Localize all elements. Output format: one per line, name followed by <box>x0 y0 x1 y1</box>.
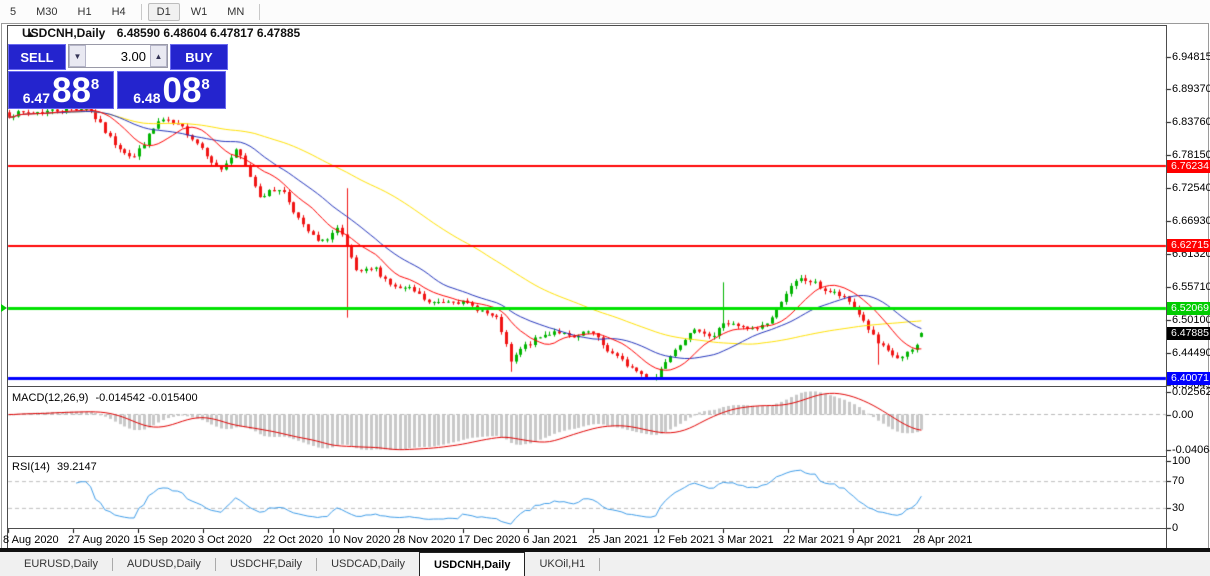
volume-up-button[interactable]: ▲ <box>150 45 167 67</box>
macd-name: MACD(12,26,9) <box>12 392 89 404</box>
timeframe-button-h1[interactable]: H1 <box>69 3 101 21</box>
date-label: 28 Apr 2021 <box>913 534 973 546</box>
price-axis-label: 6.94815 <box>1172 51 1210 63</box>
chart-title-symbol: USDCNH,Daily <box>22 26 106 40</box>
tab-audusd-daily[interactable]: AUDUSD,Daily <box>113 552 215 576</box>
buy-price-big: 08 <box>162 71 202 110</box>
date-label: 17 Dec 2020 <box>458 534 521 546</box>
tab-separator <box>599 557 601 571</box>
buy-price-small: 6.48 <box>133 90 161 106</box>
timeframe-button-w1[interactable]: W1 <box>182 3 217 21</box>
chart-tab-bar: EURUSD,Daily AUDUSD,Daily USDCHF,Daily USDC… <box>0 550 1210 576</box>
tab-usdcad-daily[interactable]: USDCAD,Daily <box>317 552 419 576</box>
date-label: 12 Feb 2021 <box>653 534 715 546</box>
date-label: 28 Nov 2020 <box>393 534 456 546</box>
pane-divider-dates <box>7 528 1167 529</box>
timeframe-button-5[interactable]: 5 <box>1 3 25 21</box>
chevron-down-icon: ▼ <box>73 51 82 61</box>
date-label: 27 Aug 2020 <box>68 534 130 546</box>
date-label: 15 Sep 2020 <box>133 534 196 546</box>
price-axis-label: 6.66930 <box>1172 215 1210 227</box>
chart-title-ohlc: 6.48590 6.48604 6.47817 6.47885 <box>116 26 301 40</box>
tab-ukoil-h1[interactable]: UKOil,H1 <box>525 552 599 576</box>
buy-price-display[interactable]: 6.48 08 8 <box>117 71 226 109</box>
sell-price-big: 88 <box>51 71 91 110</box>
timeframe-toolbar: 5 M30 H1 H4 D1 W1 MN <box>0 0 1210 23</box>
date-label: 22 Mar 2021 <box>783 534 845 546</box>
volume-stepper: ▼ ▲ <box>68 44 168 68</box>
toolbar-separator <box>259 3 261 20</box>
date-label: 6 Jan 2021 <box>523 534 578 546</box>
date-label: 3 Oct 2020 <box>198 534 252 546</box>
sell-price-sup: 8 <box>90 76 100 93</box>
price-axis-label: 6.83760 <box>1172 116 1210 129</box>
sell-price-small: 6.47 <box>22 90 50 106</box>
macd-axis-label: 0.00 <box>1172 408 1194 421</box>
macd-axis-label: 0.025623 <box>1172 386 1210 399</box>
date-label: 22 Oct 2020 <box>263 534 323 546</box>
rsi-axis-label: 100 <box>1172 455 1191 467</box>
rsi-axis-label: 70 <box>1172 475 1185 488</box>
chevron-up-icon: ▲ <box>154 51 163 61</box>
price-line-tag: 6.76234 <box>1167 159 1210 173</box>
macd-values: -0.014542 -0.015400 <box>95 392 198 404</box>
pane-divider-macd[interactable] <box>7 386 1167 387</box>
one-click-trading-panel: SELL ▼ ▲ BUY 6.47 88 8 6.48 08 8 <box>8 44 228 109</box>
price-axis-label: 6.44490 <box>1172 346 1210 359</box>
rsi-value: 39.2147 <box>56 461 97 473</box>
date-label: 9 Apr 2021 <box>848 534 902 546</box>
price-axis-label: 6.55710 <box>1172 280 1210 293</box>
sell-button[interactable]: SELL <box>8 44 66 70</box>
volume-down-button[interactable]: ▼ <box>69 45 86 67</box>
timeframe-button-m30[interactable]: M30 <box>27 3 66 21</box>
hline-marker-icon <box>1 304 7 313</box>
price-line-tag: 6.47885 <box>1167 326 1210 340</box>
price-line-tag: 6.52069 <box>1167 301 1210 315</box>
date-label: 8 Aug 2020 <box>3 534 59 546</box>
toolbar-separator <box>140 3 142 20</box>
macd-label: MACD(12,26,9) -0.014542 -0.015400 <box>12 392 198 404</box>
date-label: 3 Mar 2021 <box>718 534 774 546</box>
tab-usdcnh-daily[interactable]: USDCNH,Daily <box>419 552 526 576</box>
timeframe-button-d1[interactable]: D1 <box>147 2 180 21</box>
rsi-name: RSI(14) <box>12 461 50 473</box>
price-axis-label: 6.89370 <box>1172 83 1210 96</box>
timeframe-button-mn[interactable]: MN <box>218 3 253 21</box>
tab-eurusd-daily[interactable]: EURUSD,Daily <box>10 552 112 576</box>
pane-divider-rsi[interactable] <box>7 456 1167 457</box>
price-axis-label: 6.50100 <box>1172 313 1210 326</box>
timeframe-button-h4[interactable]: H4 <box>103 3 135 21</box>
tab-usdchf-daily[interactable]: USDCHF,Daily <box>216 552 316 576</box>
rsi-axis-label: 0 <box>1172 522 1179 534</box>
price-line-tag: 6.40071 <box>1167 372 1210 386</box>
price-axis-label: 6.72540 <box>1172 182 1210 194</box>
rsi-label: RSI(14) 39.2147 <box>12 461 97 473</box>
chart-title: USDCNH,Daily 6.48590 6.48604 6.47817 6.4… <box>22 26 300 40</box>
sell-price-display[interactable]: 6.47 88 8 <box>8 71 114 109</box>
buy-button[interactable]: BUY <box>170 44 228 70</box>
volume-input[interactable] <box>86 45 150 67</box>
date-label: 25 Jan 2021 <box>588 534 649 546</box>
buy-price-sup: 8 <box>201 76 210 93</box>
frame-right <box>1166 25 1167 549</box>
date-label: 10 Nov 2020 <box>328 534 391 546</box>
rsi-axis-label: 30 <box>1172 501 1185 514</box>
price-line-tag: 6.62715 <box>1167 239 1210 253</box>
